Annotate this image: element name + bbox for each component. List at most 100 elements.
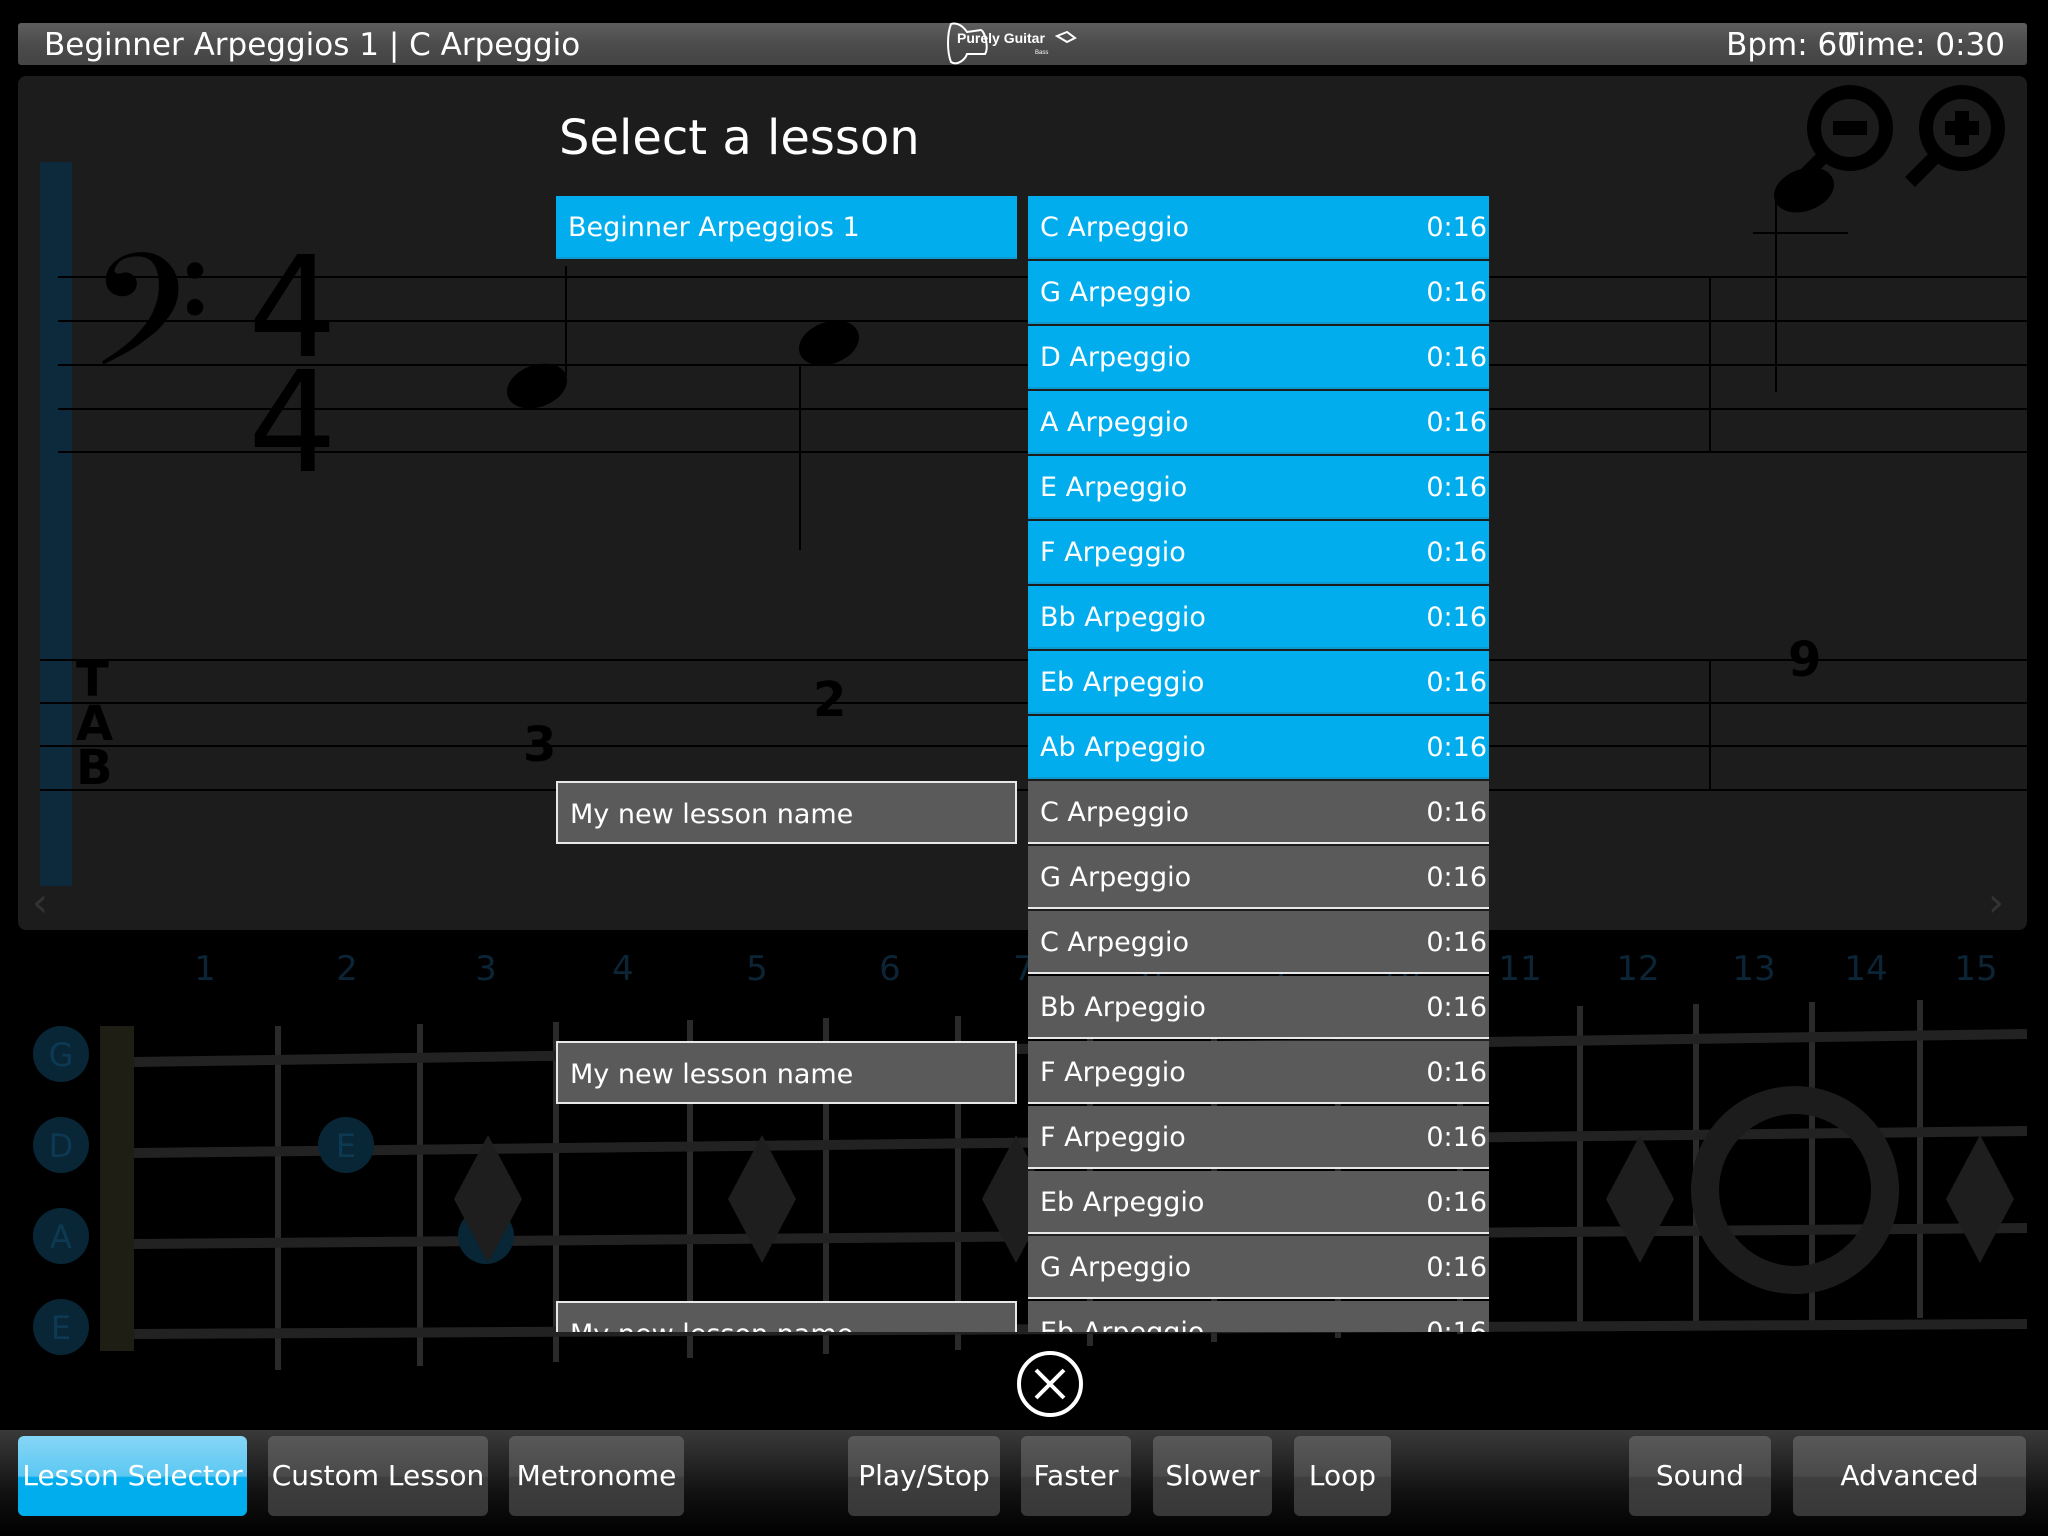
lesson-item[interactable]: F Arpeggio 0:16	[1028, 1106, 1489, 1169]
fret-number: 2	[336, 949, 358, 989]
lesson-name: Eb Arpeggio	[1040, 1187, 1205, 1218]
lesson-name: F Arpeggio	[1040, 1122, 1186, 1153]
lesson-name: E Arpeggio	[1040, 472, 1188, 503]
svg-text:Purely Guitar: Purely Guitar	[957, 30, 1045, 46]
time-sig-bottom: 4	[248, 342, 337, 505]
zoom-in-icon	[1905, 85, 2005, 187]
lesson-selector-button[interactable]: Lesson Selector	[18, 1436, 247, 1516]
fret-inlay	[1606, 1135, 1674, 1263]
faster-button[interactable]: Faster	[1021, 1436, 1131, 1516]
custom-lesson-button[interactable]: Custom Lesson	[268, 1436, 488, 1516]
lesson-item[interactable]: C Arpeggio 0:16	[1028, 196, 1489, 259]
lesson-item[interactable]: Eb Arpeggio 0:16	[1028, 1301, 1489, 1332]
lesson-name: G Arpeggio	[1040, 277, 1192, 308]
lesson-name: G Arpeggio	[1040, 862, 1192, 893]
lesson-duration: 0:16	[1426, 472, 1487, 503]
fret-number: 1	[194, 949, 216, 989]
lesson-duration: 0:16	[1426, 537, 1487, 568]
play-stop-button[interactable]: Play/Stop	[848, 1436, 1000, 1516]
fret-number: 11	[1498, 949, 1541, 989]
lesson-item[interactable]: G Arpeggio 0:16	[1028, 1236, 1489, 1299]
fretboard: 123456789101112131415GDAEEC	[33, 949, 2028, 1370]
lesson-item[interactable]: Bb Arpeggio 0:16	[1028, 586, 1489, 649]
lesson-name: C Arpeggio	[1040, 927, 1190, 958]
lesson-duration: 0:16	[1426, 277, 1487, 308]
nut	[100, 1026, 134, 1351]
fret-number: 3	[475, 949, 497, 989]
string-label: E	[51, 1309, 71, 1347]
lesson-name: G Arpeggio	[1040, 1252, 1192, 1283]
lesson-item[interactable]: G Arpeggio 0:16	[1028, 261, 1489, 324]
lesson-name: Bb Arpeggio	[1040, 992, 1206, 1023]
lesson-duration: 0:16	[1426, 862, 1487, 893]
lesson-name: F Arpeggio	[1040, 1057, 1186, 1088]
lesson-item[interactable]: Bb Arpeggio 0:16	[1028, 976, 1489, 1039]
lesson-duration: 0:16	[1426, 927, 1487, 958]
slower-button[interactable]: Slower	[1153, 1436, 1272, 1516]
lesson-name: D Arpeggio	[1040, 342, 1191, 373]
tab-number: 3	[523, 717, 556, 773]
lesson-title: Beginner Arpeggios 1 | C Arpeggio	[44, 27, 581, 63]
metronome-button[interactable]: Metronome	[509, 1436, 684, 1516]
bass-clef: 𝄢	[88, 220, 210, 441]
lesson-name: Eb Arpeggio	[1040, 667, 1205, 698]
tab-b: B	[76, 740, 113, 796]
lesson-duration: 0:16	[1426, 212, 1487, 243]
string-label: A	[50, 1218, 72, 1256]
lesson-group-item[interactable]: My new lesson name	[556, 1301, 1017, 1332]
lesson-name: C Arpeggio	[1040, 212, 1190, 243]
lesson-name: Bb Arpeggio	[1040, 602, 1206, 633]
fret-inlay	[1946, 1135, 2014, 1263]
lesson-group-item[interactable]: My new lesson name	[556, 1041, 1017, 1104]
lesson-item[interactable]: A Arpeggio 0:16	[1028, 391, 1489, 454]
fret-number: 15	[1954, 949, 1997, 989]
lesson-item[interactable]: F Arpeggio 0:16	[1028, 521, 1489, 584]
playhead-bar	[40, 162, 72, 886]
lesson-duration: 0:16	[1426, 602, 1487, 633]
lesson-duration: 0:16	[1426, 732, 1487, 763]
lesson-item[interactable]: Eb Arpeggio 0:16	[1028, 651, 1489, 714]
close-circle-icon[interactable]	[1016, 1350, 1084, 1418]
fret-number: 12	[1616, 949, 1659, 989]
lesson-duration: 0:16	[1426, 667, 1487, 698]
lesson-name: C Arpeggio	[1040, 797, 1190, 828]
tab-number: 9	[1788, 632, 1821, 688]
lesson-item[interactable]: E Arpeggio 0:16	[1028, 456, 1489, 519]
lesson-item[interactable]: Eb Arpeggio 0:16	[1028, 1171, 1489, 1234]
notation-panel: 𝄢 4 4 T A B 3 2 9 ‹ ›	[18, 76, 2027, 930]
notation-staff: 𝄢 4 4 T A B 3 2 9 ‹ ›	[32, 85, 2027, 926]
loop-button[interactable]: Loop	[1294, 1436, 1391, 1516]
lesson-group-item[interactable]: My new lesson name	[556, 781, 1017, 844]
string-label: G	[49, 1036, 74, 1074]
scroll-left-icon: ‹	[32, 880, 48, 926]
lesson-group-item[interactable]: Beginner Arpeggios 1	[556, 196, 1017, 259]
bpm-readout: Bpm: 60	[1726, 27, 1857, 63]
lesson-duration: 0:16	[1426, 1057, 1487, 1088]
advanced-button[interactable]: Advanced	[1793, 1436, 2026, 1516]
sound-button[interactable]: Sound	[1629, 1436, 1771, 1516]
lesson-item[interactable]: C Arpeggio 0:16	[1028, 911, 1489, 974]
dialog-heading: Select a lesson	[559, 110, 920, 166]
string-label: D	[49, 1127, 74, 1165]
fret-note-label: E	[336, 1127, 356, 1165]
lesson-duration: 0:16	[1426, 407, 1487, 438]
lesson-item[interactable]: C Arpeggio 0:16	[1028, 781, 1489, 844]
svg-text:Bass: Bass	[1035, 50, 1048, 56]
lesson-duration: 0:16	[1426, 992, 1487, 1023]
purely-guitar-logo: Purely Guitar Bass	[947, 22, 1077, 65]
lesson-list[interactable]: C Arpeggio 0:16 G Arpeggio 0:16 D Arpeggio 0:…	[1028, 196, 1489, 1332]
lesson-item[interactable]: G Arpeggio 0:16	[1028, 846, 1489, 909]
lesson-item[interactable]: D Arpeggio 0:16	[1028, 326, 1489, 389]
scroll-right-icon: ›	[1988, 880, 2004, 926]
lesson-group-list[interactable]: Beginner Arpeggios 1 My new lesson name My…	[556, 196, 1017, 1332]
lesson-duration: 0:16	[1426, 1122, 1487, 1153]
lesson-name: Eb Arpeggio	[1040, 1317, 1204, 1332]
lesson-duration: 0:16	[1426, 1187, 1487, 1218]
lesson-duration: 0:16	[1426, 797, 1487, 828]
lesson-name: F Arpeggio	[1040, 537, 1186, 568]
lesson-item[interactable]: F Arpeggio 0:16	[1028, 1041, 1489, 1104]
bottom-toolbar: Lesson Selector Custom Lesson Metronome Pla…	[0, 1430, 2048, 1536]
lesson-item[interactable]: Ab Arpeggio 0:16	[1028, 716, 1489, 779]
fret-number: 13	[1732, 949, 1775, 989]
lesson-duration: 0:16	[1426, 1301, 1487, 1332]
